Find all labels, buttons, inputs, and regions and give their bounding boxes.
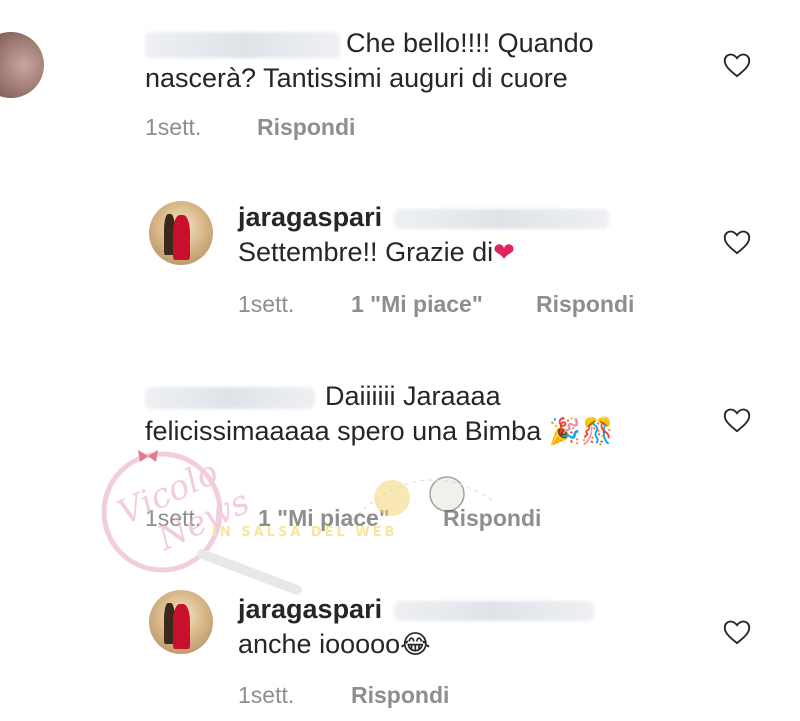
blurred-username <box>145 386 315 409</box>
heart-outline-icon[interactable] <box>723 407 751 433</box>
comment-text-line1: anche iooooo <box>238 629 401 659</box>
comment-text: jaragaspari anche iooooo😂 <box>238 592 594 663</box>
blurred-username <box>145 31 340 58</box>
heart-outline-icon[interactable] <box>723 619 751 645</box>
avatar[interactable] <box>149 590 213 654</box>
comment-text: Che bello!!!! Quando nascerà? Tantissimi… <box>145 26 594 96</box>
reply-button[interactable]: Rispondi <box>257 114 355 141</box>
avatar[interactable] <box>0 32 44 98</box>
comment-text-line1: Settembre!! Grazie di <box>238 237 494 267</box>
reply-button[interactable]: Rispondi <box>351 682 449 709</box>
comment-username[interactable]: jaragaspari <box>238 594 382 624</box>
comment-1: Che bello!!!! Quando nascerà? Tantissimi… <box>0 0 800 170</box>
likes-count-button[interactable]: 1 "Mi piace" <box>258 505 390 532</box>
avatar[interactable] <box>149 201 213 265</box>
comment-time: 1sett. <box>238 682 295 708</box>
comment-4: jaragaspari anche iooooo😂 1sett. Rispond… <box>0 570 800 721</box>
comment-username[interactable]: jaragaspari <box>238 202 382 232</box>
comment-text-line2: nascerà? Tantissimi auguri di cuore <box>145 63 568 93</box>
reply-button[interactable]: Rispondi <box>443 505 541 532</box>
comment-text-line1: Daiiiiii Jaraaaa <box>325 381 501 411</box>
heart-outline-icon[interactable] <box>723 52 751 78</box>
comment-time: 1sett. <box>238 291 295 317</box>
comment-3: Daiiiiii Jaraaaa felicissimaaaaa spero u… <box>0 370 800 545</box>
comment-time: 1sett. <box>145 114 202 140</box>
heart-outline-icon[interactable] <box>723 229 751 255</box>
laughing-emoji: 😂 <box>400 630 431 660</box>
comment-text-line2: felicissimaaaaa spero una Bimba <box>145 416 542 446</box>
comment-2: jaragaspari Settembre!! Grazie di❤ 1sett… <box>0 180 800 350</box>
likes-count-button[interactable]: 1 "Mi piace" <box>351 291 483 318</box>
reply-button[interactable]: Rispondi <box>536 291 634 318</box>
comment-time: 1sett. <box>145 505 202 531</box>
comment-text: jaragaspari Settembre!! Grazie di❤ <box>238 200 609 271</box>
blurred-mention <box>393 208 609 229</box>
red-heart-emoji: ❤ <box>493 238 515 268</box>
party-emoji: 🎉🎊 <box>548 417 614 447</box>
comment-text: Daiiiiii Jaraaaa felicissimaaaaa spero u… <box>145 379 613 450</box>
comment-text-line1: Che bello!!!! Quando <box>346 28 594 58</box>
blurred-mention <box>393 600 594 621</box>
